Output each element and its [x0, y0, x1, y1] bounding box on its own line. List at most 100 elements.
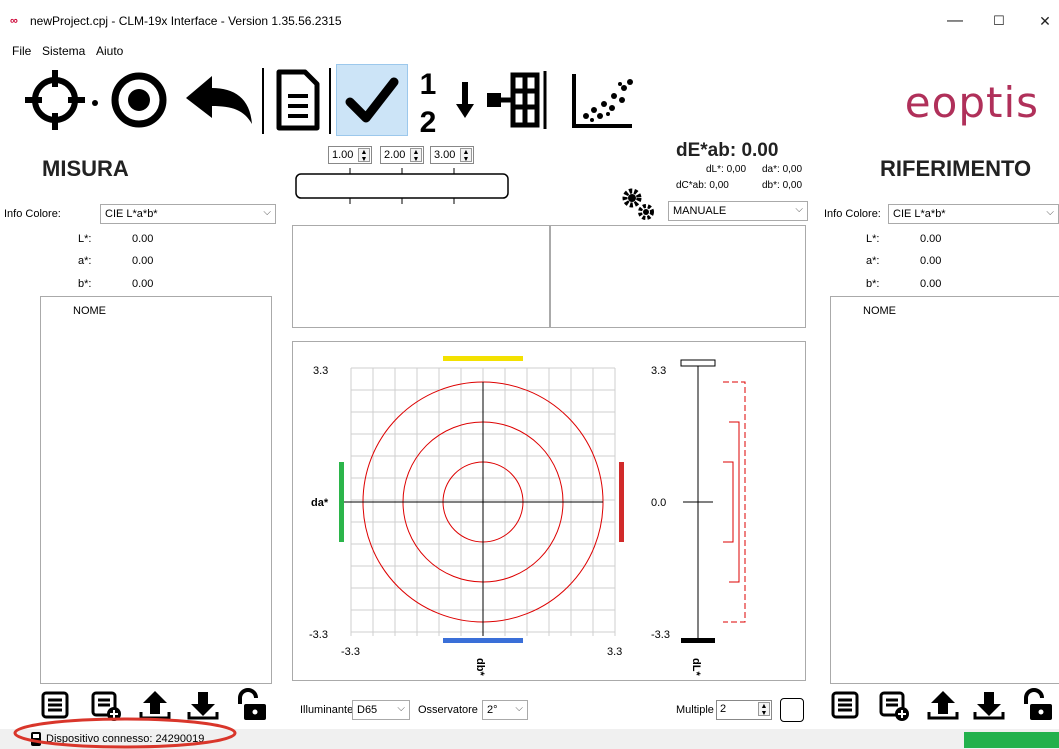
toolbar-separator: [262, 68, 264, 134]
tolerance-spin-2[interactable]: 2.00 ▲ ▼: [380, 146, 424, 164]
menu-sistema[interactable]: Sistema: [42, 44, 85, 58]
tolerance-value-1: 1.00: [332, 149, 354, 161]
status-indicator: [964, 732, 1059, 748]
dl-top-marker: [680, 359, 716, 367]
da-axis-label: da*: [311, 497, 329, 509]
multiple-label: Multiple: [676, 704, 714, 716]
mode-select[interactable]: MANUALE ⌵: [668, 201, 808, 221]
arrow-down-button[interactable]: [452, 64, 478, 136]
svg-text:1: 1: [420, 68, 437, 101]
window-title: newProject.cpj - CLM-19x Interface - Ver…: [30, 14, 342, 28]
spin-arrows-icon[interactable]: ▲ ▼: [358, 148, 370, 163]
l-label: L*:: [866, 233, 880, 245]
l-label: L*:: [78, 233, 92, 245]
illuminante-label: Illuminante: [300, 704, 354, 716]
multiple-toggle[interactable]: [780, 698, 804, 722]
a-value: 0.00: [920, 255, 942, 267]
riferimento-heading: RIFERIMENTO: [880, 156, 1032, 181]
spin-arrows-icon[interactable]: ▲ ▼: [758, 702, 770, 717]
fraction-icon: 1 2: [420, 68, 437, 136]
yellow-marker: [443, 356, 523, 361]
undo-button[interactable]: [180, 64, 260, 136]
tolerance-slider[interactable]: [292, 166, 514, 206]
tolerance-spin-1[interactable]: 1.00 ▲ ▼: [328, 146, 372, 164]
tolerance-value-3: 3.00: [434, 149, 456, 161]
a-top-label: 3.3: [313, 365, 328, 377]
l-value: 0.00: [920, 233, 942, 245]
gears-icon[interactable]: [620, 186, 660, 226]
minimize-button[interactable]: —: [940, 9, 970, 33]
list-icon[interactable]: [830, 690, 860, 720]
check-button[interactable]: [336, 64, 408, 136]
a-label: a*:: [866, 255, 880, 267]
fraction-button[interactable]: 1 2: [410, 64, 446, 136]
misura-list[interactable]: NOME: [40, 296, 272, 684]
multiple-value: 2: [720, 703, 727, 715]
chevron-down-icon: ⌵: [263, 207, 271, 218]
toolbar: 1 2 eoptis: [0, 62, 1059, 142]
l-bottom-label: -3.3: [651, 629, 670, 641]
spin-arrows-icon[interactable]: ▲ ▼: [460, 148, 472, 163]
unlock-icon[interactable]: [1020, 688, 1054, 722]
de-value: dE*ab: 0.00: [676, 140, 779, 161]
eoptis-logo: eoptis: [904, 78, 1039, 127]
scatter-button[interactable]: [568, 64, 638, 136]
maximize-button[interactable]: ☐: [984, 9, 1014, 33]
a-value: 0.00: [132, 255, 154, 267]
crosshair-icon: [25, 70, 98, 130]
list-header-nome: NOME: [863, 305, 896, 317]
add-list-icon[interactable]: [878, 690, 910, 722]
chevron-down-icon: ⌵: [795, 204, 803, 215]
osservatore-select[interactable]: 2° ⌵: [482, 700, 528, 720]
menu-aiuto[interactable]: Aiuto: [96, 44, 123, 58]
color-difference-chart: 3.3 -3.3 -3.3 3.3 da* db* 3.3 0.0 -3.3 d…: [292, 341, 806, 681]
infinity-icon: ∞: [10, 15, 18, 27]
sample-swatches: [292, 225, 806, 328]
tree-icon: [487, 71, 547, 129]
osservatore-label: Osservatore: [418, 704, 478, 716]
dl-tolerance-brackets: [723, 381, 746, 623]
close-button[interactable]: ✕: [1030, 9, 1059, 33]
db-value: db*: 0,00: [762, 180, 803, 191]
b-label: b*:: [866, 278, 880, 290]
blue-marker: [443, 638, 523, 643]
spin-arrows-icon[interactable]: ▲ ▼: [410, 148, 422, 163]
chevron-down-icon: ⌵: [515, 703, 523, 714]
b-label: b*:: [78, 278, 92, 290]
b-value: 0.00: [132, 278, 154, 290]
dl-value: dL*: 0,00: [706, 164, 747, 175]
target-button[interactable]: [108, 64, 170, 136]
illuminante-select[interactable]: D65 ⌵: [352, 700, 410, 720]
b-right-label: 3.3: [607, 646, 622, 658]
check-icon: [345, 77, 399, 123]
tolerance-spin-3[interactable]: 3.00 ▲ ▼: [430, 146, 474, 164]
crosshair-button[interactable]: [24, 64, 106, 136]
swatch-divider: [549, 226, 551, 327]
highlight-ellipse: [13, 717, 237, 749]
download-icon[interactable]: [972, 688, 1006, 722]
l-value: 0.00: [132, 233, 154, 245]
db-axis-label: db*: [474, 658, 486, 676]
menu-file[interactable]: File: [12, 44, 31, 58]
multiple-spin[interactable]: 2 ▲ ▼: [716, 700, 772, 720]
riferimento-list[interactable]: NOME: [830, 296, 1059, 684]
mode-value: MANUALE: [673, 205, 727, 217]
info-colore-select[interactable]: CIE L*a*b* ⌵: [888, 204, 1059, 224]
a-bottom-label: -3.3: [309, 629, 328, 641]
da-value: da*: 0,00: [762, 164, 803, 175]
info-colore-select[interactable]: CIE L*a*b* ⌵: [100, 204, 276, 224]
l-top-label: 3.3: [651, 365, 666, 377]
undo-icon: [186, 76, 252, 124]
upload-icon[interactable]: [926, 688, 960, 722]
chevron-down-icon: ⌵: [1046, 207, 1054, 218]
b-left-label: -3.3: [341, 646, 360, 658]
document-button[interactable]: [270, 64, 326, 136]
dc-value: dC*ab: 0,00: [676, 180, 729, 191]
red-marker: [619, 462, 624, 542]
tolerance-value-2: 2.00: [384, 149, 406, 161]
a-label: a*:: [78, 255, 92, 267]
tree-button[interactable]: [484, 64, 564, 136]
document-icon: [276, 69, 320, 131]
riferimento-actions: [826, 688, 1059, 724]
green-marker: [339, 462, 344, 542]
